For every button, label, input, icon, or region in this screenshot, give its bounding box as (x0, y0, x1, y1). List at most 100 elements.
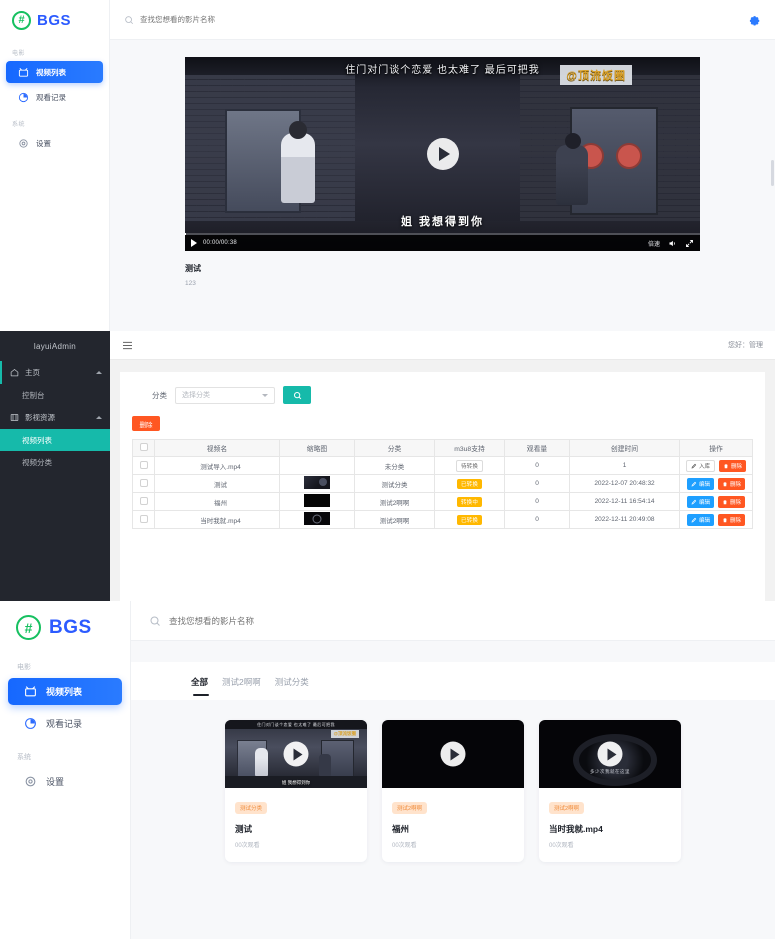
cell-thumb (279, 510, 355, 529)
search-button[interactable] (283, 386, 311, 404)
col-views: 观看量 (504, 439, 570, 457)
video-player[interactable]: 住门对门谈个恋爱 也太难了 最后可把我 @顶流饭圈 姐 我想得到你 00:00/… (185, 57, 700, 251)
edit-button[interactable]: 编辑 (686, 477, 714, 490)
sidebar-item-watch-history[interactable]: 观看记录 (8, 710, 122, 737)
player-sidebar: BGS 电影 视频列表 观看记录 系统 设置 (0, 0, 110, 331)
card-views: 00次观看 (235, 843, 260, 849)
thumbnail (304, 494, 330, 507)
select-all-checkbox[interactable] (139, 443, 148, 451)
video-card[interactable]: 测试2啊啊 福州 00次观看 (382, 720, 524, 862)
scrollbar-thumb[interactable] (771, 160, 774, 186)
admin-nav-label: 影视资源 (25, 413, 55, 422)
card-title: 福州 (392, 824, 410, 834)
delete-row-button[interactable]: 删除 (718, 477, 746, 490)
status-badge: 待转换 (455, 459, 484, 472)
delete-row-button[interactable]: 删除 (718, 513, 746, 526)
nav-group-label-movies: 电影 (12, 51, 26, 57)
player-content: 住门对门谈个恋爱 也太难了 最后可把我 @顶流饭圈 姐 我想得到你 00:00/… (110, 40, 775, 331)
video-card[interactable]: 住门对门谈个恋爱 也太难了 最后可把我 @顶流饭圈 姐 我想得到你 测试分类 测… (225, 720, 367, 862)
edit-button[interactable]: 编辑 (686, 513, 714, 526)
category-select-value: 选择分类 (182, 392, 210, 399)
menu-icon[interactable] (122, 341, 133, 350)
pencil-icon (691, 481, 697, 486)
sidebar-item-watch-history[interactable]: 观看记录 (6, 86, 103, 108)
delete-button[interactable]: 删除 (132, 416, 160, 431)
thumbnail (304, 476, 330, 489)
cell-category: 测试2啊啊 (354, 492, 435, 511)
filter-form: 分类 选择分类 (132, 382, 753, 404)
admin-nav-video-category[interactable]: 视频分类 (0, 451, 110, 473)
sidebar-item-label: 设置 (36, 138, 51, 148)
delete-row-button[interactable]: 删除 (718, 495, 746, 508)
admin-nav-media[interactable]: 影视资源 (0, 406, 110, 429)
play-icon[interactable] (597, 741, 623, 767)
brand: BGS (0, 0, 109, 40)
time-display: 00:00/00:38 (203, 240, 237, 246)
tv-icon (25, 686, 36, 697)
trash-icon (723, 499, 727, 504)
cell-created: 2022-12-11 16:54:14 (569, 492, 680, 511)
cell-thumb (279, 492, 355, 511)
video-card[interactable]: 多少次我就在这里 测试2啊啊 当时我就.mp4 00次观看 (539, 720, 681, 862)
card-body: 测试2啊啊 福州 00次观看 (382, 788, 524, 862)
play-icon[interactable] (440, 741, 466, 767)
thumb-watermark: @顶流饭圈 (330, 730, 359, 738)
play-icon[interactable] (191, 239, 197, 247)
fullscreen-icon[interactable] (685, 239, 694, 248)
admin-logo: layuiAdmin (33, 341, 77, 351)
card-views: 00次观看 (549, 843, 574, 849)
table-row[interactable]: 测试导入.mp4 未分类 待转换 0 1 入库 删除 (132, 456, 753, 475)
row-checkbox[interactable] (139, 460, 148, 469)
search-input[interactable] (140, 15, 360, 24)
pencil-icon (691, 499, 697, 504)
list-topbar (131, 601, 775, 641)
row-checkbox[interactable] (139, 514, 148, 523)
admin-nav-console[interactable]: 控制台 (0, 384, 110, 406)
list-main: 全部 测试2啊啊 测试分类 住门对门谈个恋爱 也太难了 最后可把我 @顶流饭圈 … (131, 601, 775, 939)
tab-all[interactable]: 全部 (191, 676, 210, 700)
brand-name: BGS (49, 616, 92, 638)
category-select[interactable]: 选择分类 (175, 386, 275, 404)
col-actions: 操作 (679, 439, 753, 457)
row-checkbox[interactable] (139, 496, 148, 505)
table-row[interactable]: 福州 测试2啊啊 转换中 0 2022-12-11 16:54:14 编辑 删除 (132, 492, 753, 511)
play-icon[interactable] (283, 741, 309, 767)
admin-nav-home[interactable]: 主页 (0, 361, 110, 384)
row-checkbox[interactable] (139, 478, 148, 487)
sidebar-item-video-list[interactable]: 视频列表 (6, 61, 103, 83)
volume-icon[interactable] (668, 239, 677, 248)
cell-category: 测试分类 (354, 474, 435, 493)
edit-button[interactable]: 编辑 (686, 495, 714, 508)
nav-group-label-system: 系统 (17, 754, 31, 761)
card-thumbnail[interactable]: 多少次我就在这里 (539, 720, 681, 788)
thumb-subtitle-bottom: 姐 我想得到你 (281, 780, 311, 785)
category-tag: 测试2啊啊 (549, 802, 585, 814)
history-pie-icon (25, 718, 36, 729)
card-thumbnail[interactable]: 住门对门谈个恋爱 也太难了 最后可把我 @顶流饭圈 姐 我想得到你 (225, 720, 367, 788)
category-tabs: 全部 测试2啊啊 测试分类 (131, 662, 775, 700)
admin-nav-video-list[interactable]: 视频列表 (0, 429, 110, 451)
sidebar-item-settings[interactable]: 设置 (8, 768, 122, 795)
sidebar-item-settings[interactable]: 设置 (6, 132, 103, 154)
table-header-row: 视频名 缩略图 分类 m3u8支持 观看量 创建时间 操作 (132, 439, 753, 457)
tab-category-2[interactable]: 测试分类 (275, 676, 309, 700)
search-bar[interactable] (124, 15, 747, 25)
nav-group-label-system: 系统 (12, 122, 26, 128)
search-input[interactable] (169, 615, 429, 626)
card-thumbnail[interactable] (382, 720, 524, 788)
import-button[interactable]: 入库 (685, 459, 715, 472)
gear-icon[interactable] (747, 13, 761, 27)
table-row[interactable]: 测试 测试分类 已转换 0 2022-12-07 20:48:32 编辑 删除 (132, 474, 753, 493)
trash-icon (723, 481, 727, 486)
thumb-subtitle-bottom: 多少次我就在这里 (590, 769, 630, 774)
admin-topbar: 您好：管理 (110, 331, 775, 360)
speed-button[interactable]: 倍速 (648, 239, 660, 248)
tab-category-1[interactable]: 测试2啊啊 (222, 676, 261, 700)
delete-row-button[interactable]: 删除 (719, 459, 747, 472)
play-icon[interactable] (426, 138, 459, 170)
brand: BGS (0, 601, 130, 652)
status-badge: 已转换 (456, 514, 483, 525)
table-row[interactable]: 当时我就.mp4 测试2啊啊 已转换 0 2022-12-11 20:49:08… (132, 510, 753, 529)
sidebar-item-video-list[interactable]: 视频列表 (8, 678, 122, 705)
cell-category: 测试2啊啊 (354, 510, 435, 529)
